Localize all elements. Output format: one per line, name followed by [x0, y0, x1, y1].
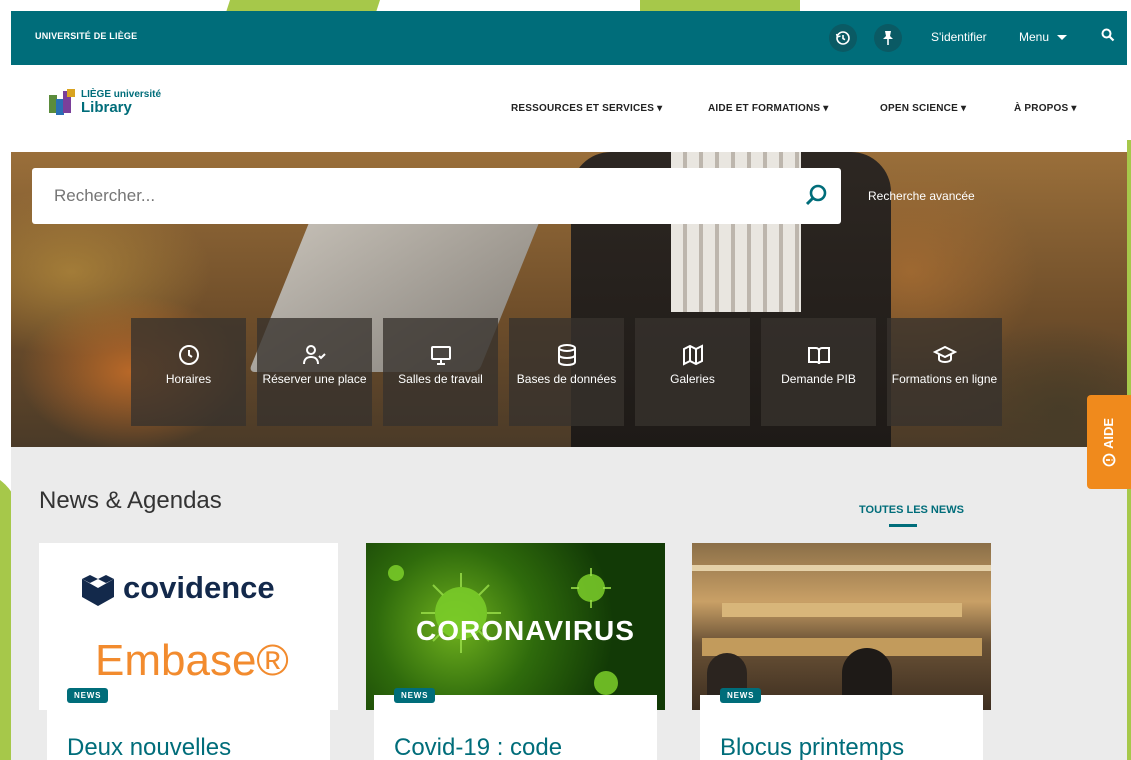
nav-aide[interactable]: AIDE ET FORMATIONS ▾ [708, 103, 829, 114]
link-underline [889, 524, 917, 527]
university-link[interactable]: UNIVERSITÉ DE LIÈGE [35, 31, 137, 41]
search-submit-icon[interactable] [805, 183, 829, 212]
quick-access-tiles: Horaires Réserver une place Salles de tr… [131, 318, 1002, 426]
pin-icon[interactable] [874, 24, 902, 52]
news-card[interactable]: NEWS Blocus printemps [692, 543, 991, 760]
nav-ressources[interactable]: RESSOURCES ET SERVICES ▾ [511, 103, 662, 114]
tile-formations[interactable]: Formations en ligne [887, 318, 1002, 426]
card-body: NEWS Deux nouvelles [47, 688, 330, 760]
book-open-icon [807, 344, 830, 366]
all-news-link[interactable]: TOUTES LES NEWS [859, 504, 964, 516]
help-tab[interactable]: AIDE [1087, 395, 1131, 489]
tile-pib[interactable]: Demande PIB [761, 318, 876, 426]
logo-mark-icon [49, 89, 75, 115]
help-bubble-icon [1102, 453, 1116, 466]
news-tag: NEWS [720, 688, 762, 703]
nav-a-propos[interactable]: À PROPOS ▾ [1014, 103, 1077, 114]
tile-salles[interactable]: Salles de travail [383, 318, 498, 426]
card-image: CORONAVIRUS [366, 543, 665, 710]
search-icon[interactable] [1101, 28, 1115, 47]
news-card[interactable]: CORONAVIRUS NEWS Covid-19 : code [366, 543, 665, 760]
nav-open-science[interactable]: OPEN SCIENCE ▾ [880, 103, 966, 114]
card-image: covidence Embase® [39, 543, 338, 710]
hero-banner: Recherche avancée Horaires Réserver une … [11, 152, 1127, 447]
history-icon[interactable] [829, 24, 857, 52]
tile-label: Horaires [165, 372, 212, 386]
search-input[interactable] [54, 186, 754, 206]
coronavirus-banner-text: CORONAVIRUS [416, 615, 635, 646]
tile-label: Galeries [670, 372, 715, 386]
tile-bases[interactable]: Bases de données [509, 318, 624, 426]
tile-reserver[interactable]: Réserver une place [257, 318, 372, 426]
login-link[interactable]: S'identifier [931, 30, 987, 44]
covidence-logo-icon [82, 575, 114, 606]
tile-label: Réserver une place [262, 372, 367, 386]
tile-galeries[interactable]: Galeries [635, 318, 750, 426]
news-tag: NEWS [394, 688, 436, 703]
news-section: News & Agendas TOUTES LES NEWS covidence… [11, 447, 1127, 760]
tile-label: Formations en ligne [891, 372, 998, 386]
top-bar: UNIVERSITÉ DE LIÈGE S'identifier Menu [11, 11, 1127, 65]
monitor-icon [430, 344, 452, 366]
graduation-cap-icon [932, 344, 957, 366]
main-search [32, 168, 841, 224]
menu-button[interactable]: Menu [1019, 30, 1068, 44]
card-image [692, 543, 991, 710]
user-check-icon [302, 344, 327, 366]
card-body: NEWS Blocus printemps [700, 688, 983, 760]
database-icon [557, 344, 577, 367]
library-logo[interactable]: LIÈGE université Library [49, 89, 161, 115]
site-header: LIÈGE université Library RESSOURCES ET S… [11, 65, 1127, 152]
menu-label: Menu [1019, 30, 1050, 44]
tile-label: Bases de données [516, 372, 617, 386]
section-title: News & Agendas [39, 487, 222, 514]
news-tag: NEWS [67, 688, 109, 703]
covidence-logo-text: covidence [123, 570, 275, 605]
tile-label: Salles de travail [398, 372, 483, 386]
card-title[interactable]: Covid-19 : code [394, 734, 562, 760]
clock-icon [178, 344, 200, 366]
card-body: NEWS Covid-19 : code [374, 688, 657, 760]
caret-down-icon [1057, 35, 1068, 40]
card-title[interactable]: Blocus printemps [720, 734, 904, 760]
map-icon [682, 344, 704, 366]
help-tab-label: AIDE [1101, 417, 1117, 449]
card-title[interactable]: Deux nouvelles [67, 734, 231, 760]
advanced-search-link[interactable]: Recherche avancée [868, 189, 975, 203]
tile-label: Demande PIB [781, 372, 856, 386]
brand-line2: Library [81, 99, 132, 116]
news-card[interactable]: covidence Embase® NEWS Deux nouvelles [39, 543, 338, 760]
embase-logo-text: Embase® [95, 636, 289, 685]
tile-horaires[interactable]: Horaires [131, 318, 246, 426]
